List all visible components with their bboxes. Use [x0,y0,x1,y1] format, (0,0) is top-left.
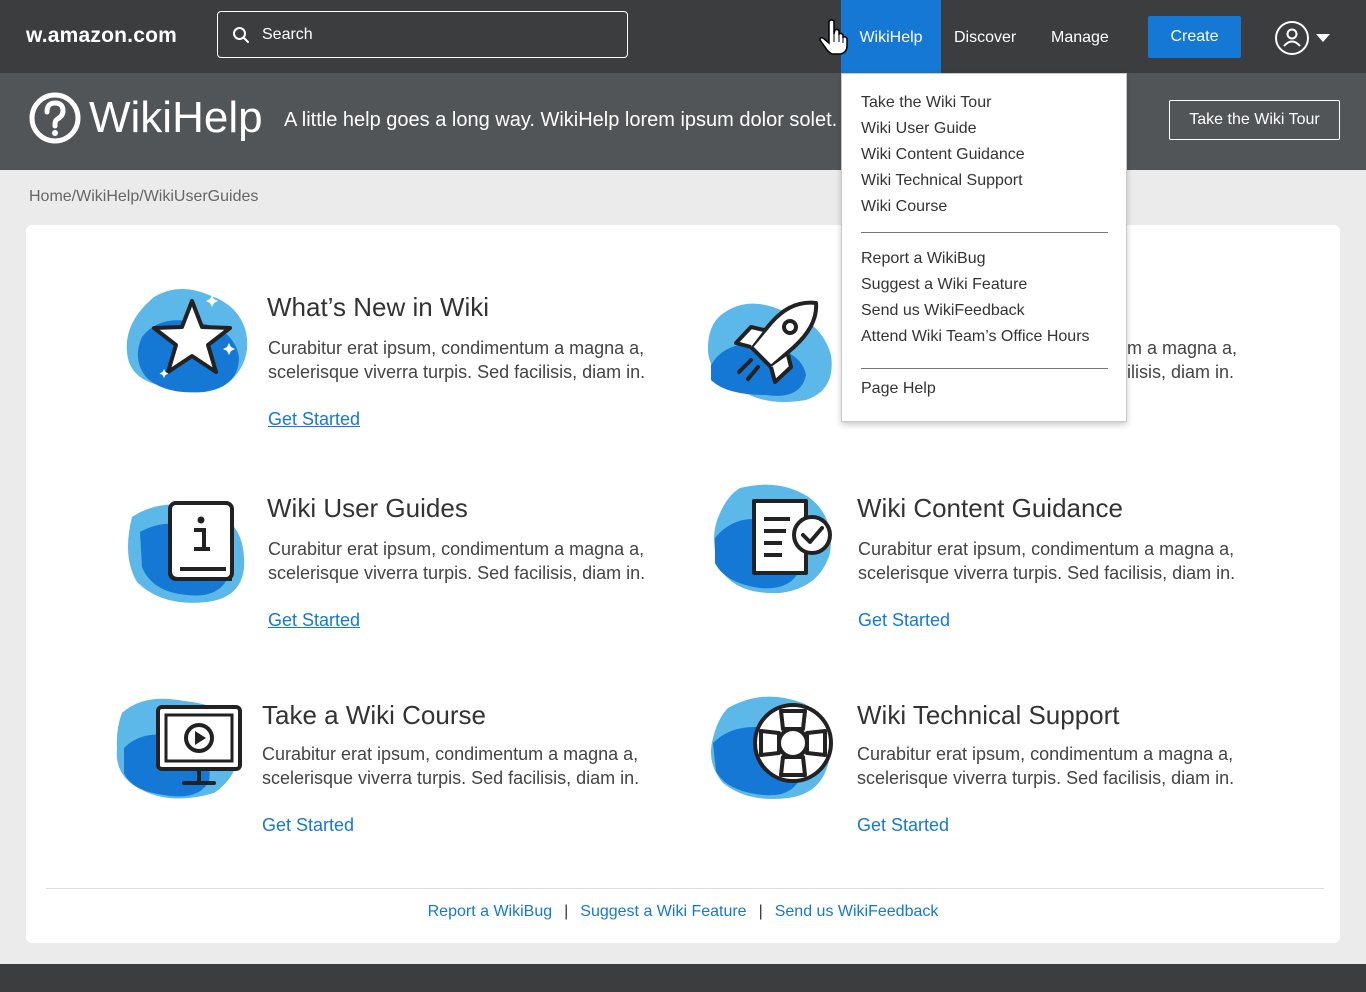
document-check-icon [714,484,832,594]
get-started-link[interactable]: Get Started [857,815,949,836]
menu-divider [861,232,1108,233]
info-book-icon [128,501,245,603]
nav-manage[interactable]: Manage [1051,0,1109,73]
partial-line-1: m a magna a, [1127,338,1238,358]
rocket-icon [707,300,832,403]
user-account-icon[interactable] [1274,20,1310,56]
take-wiki-tour-button[interactable]: Take the Wiki Tour [1169,100,1340,140]
footer-links: Report a WikiBug | Suggest a Wiki Feature |… [26,903,1340,921]
menu-item-content-guidance[interactable]: Wiki Content Guidance [861,142,1025,168]
video-monitor-icon [116,698,242,799]
menu-group-guides: Take the Wiki Tour Wiki User Guide Wiki … [861,90,1025,220]
tile-description: Curabitur erat ipsum, condimentum a magn… [857,744,1235,788]
tile-description: Curabitur erat ipsum, condimentum a magn… [268,338,646,382]
banner-tagline: A little help goes a long way. WikiHelp … [284,109,838,131]
footer-link-report-bug[interactable]: Report a WikiBug [428,903,553,920]
menu-group-feedback: Report a WikiBug Suggest a Wiki Feature … [861,246,1090,350]
chevron-down-icon[interactable] [1314,32,1332,44]
menu-item-send-feedback[interactable]: Send us WikiFeedback [861,298,1090,324]
search-input[interactable] [262,22,612,48]
menu-divider [861,368,1108,369]
menu-item-office-hours[interactable]: Attend Wiki Team’s Office Hours [861,324,1090,350]
menu-item-technical-support[interactable]: Wiki Technical Support [861,168,1025,194]
create-button[interactable]: Create [1148,16,1241,58]
tile-description: Curabitur erat ipsum, condimentum a magn… [262,744,640,788]
menu-item-wiki-course[interactable]: Wiki Course [861,194,1025,220]
star-icon [126,288,248,393]
menu-item-wiki-tour[interactable]: Take the Wiki Tour [861,90,1025,116]
tile-description-partial: m a magna a, ilisis, diam in. [1127,336,1327,384]
nav-wikihelp[interactable]: WikiHelp [841,0,941,73]
search-box[interactable] [217,11,628,58]
nav-discover[interactable]: Discover [954,0,1016,73]
menu-item-user-guide[interactable]: Wiki User Guide [861,116,1025,142]
footer-separator: | [758,903,763,920]
question-circle-icon [29,92,81,144]
wikihelp-banner: WikiHelp A little help goes a long way. … [0,73,1366,170]
footer-separator: | [564,903,569,920]
get-started-link[interactable]: Get Started [268,409,360,430]
lifebuoy-icon [710,696,833,799]
tile-description: Curabitur erat ipsum, condimentum a magn… [268,539,646,583]
partial-line-2: ilisis, diam in. [1127,362,1235,382]
menu-item-suggest-feature[interactable]: Suggest a Wiki Feature [861,272,1090,298]
tile-title: Wiki Technical Support [857,700,1120,730]
menu-group-help: Page Help [861,376,936,402]
page-title: WikiHelp [89,93,263,142]
tile-title: What’s New in Wiki [267,292,490,322]
breadcrumb[interactable]: Home/WikiHelp/WikiUserGuides [29,188,258,206]
site-logo[interactable]: w.amazon.com [26,24,177,48]
footer-link-feedback[interactable]: Send us WikiFeedback [775,903,939,920]
footer-divider [46,888,1324,889]
page-footer-bar [0,964,1366,992]
wikihelp-dropdown-menu: Take the Wiki Tour Wiki User Guide Wiki … [841,73,1127,422]
tile-title: Wiki Content Guidance [857,493,1123,523]
tile-title: Wiki User Guides [267,493,468,523]
help-topics-card: What’s New in Wiki Curabitur erat ipsum,… [26,225,1340,943]
get-started-link[interactable]: Get Started [268,610,360,631]
tile-description: Curabitur erat ipsum, condimentum a magn… [858,539,1236,583]
tile-title: Take a Wiki Course [262,700,486,730]
hand-cursor-icon [819,19,848,55]
menu-item-page-help[interactable]: Page Help [861,376,936,402]
search-icon [233,27,249,43]
top-navigation-bar: w.amazon.com WikiHelp Discover Manage Cr… [0,0,1366,73]
get-started-link[interactable]: Get Started [262,815,354,836]
footer-link-suggest-feature[interactable]: Suggest a Wiki Feature [580,903,746,920]
menu-item-report-bug[interactable]: Report a WikiBug [861,246,1090,272]
get-started-link[interactable]: Get Started [858,610,950,631]
